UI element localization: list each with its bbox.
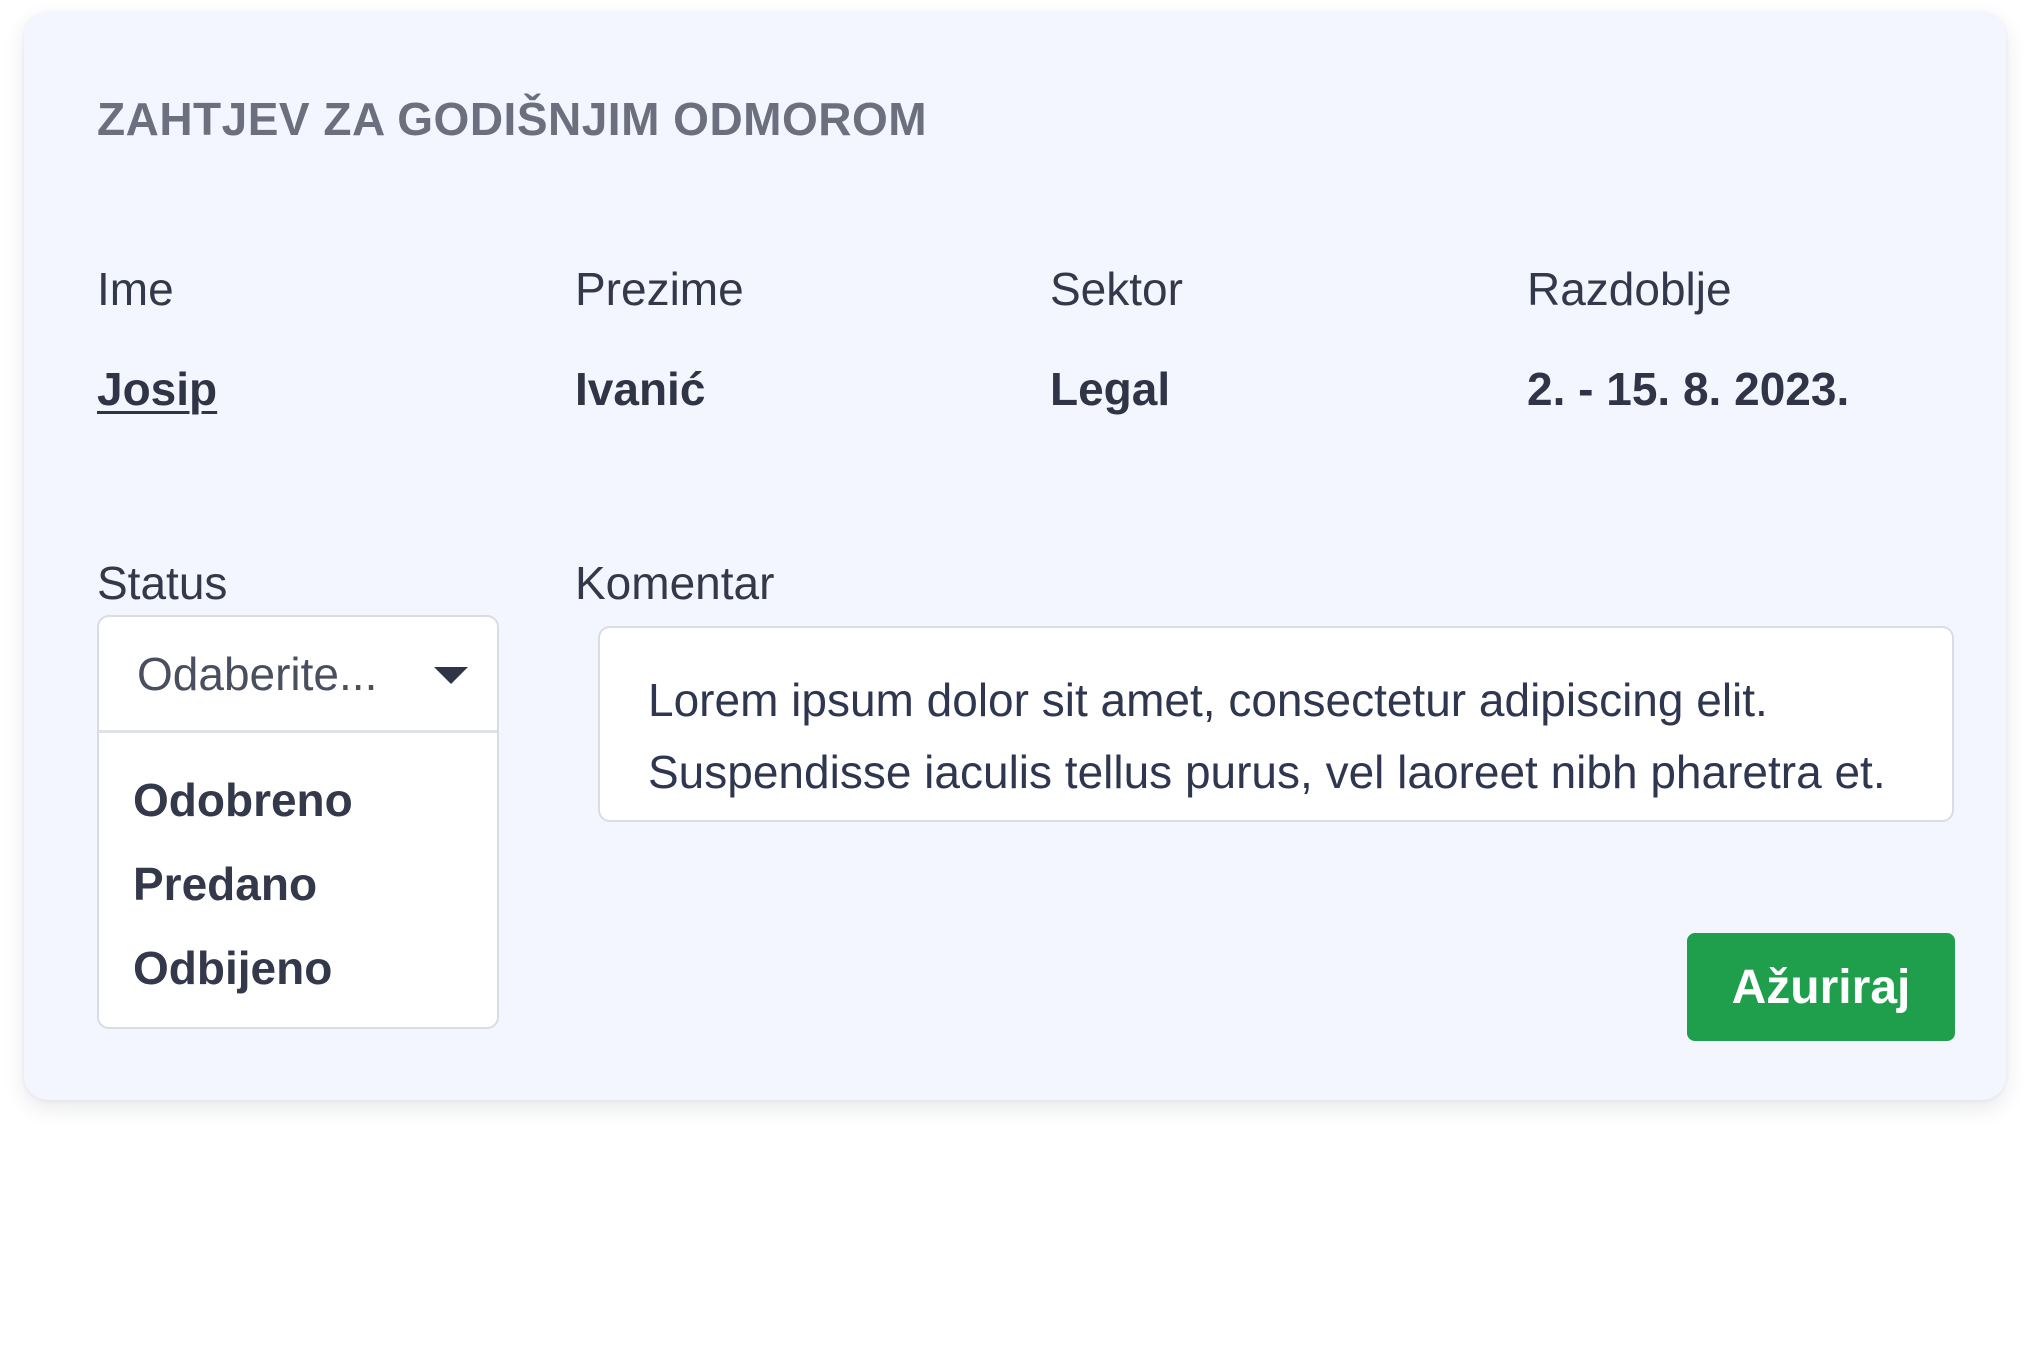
comment-label: Komentar <box>575 557 775 609</box>
comment-text-line-1: Lorem ipsum dolor sit amet, consectetur … <box>648 674 1768 726</box>
sector-label: Sektor <box>1050 263 1183 315</box>
comment-textarea[interactable]: Lorem ipsum dolor sit amet, consectetur … <box>598 626 1954 822</box>
period-label: Razdoblje <box>1527 263 1732 315</box>
last-name-value: Ivanić <box>575 363 706 415</box>
status-option-approved[interactable]: Odobreno <box>133 773 353 827</box>
vacation-request-card: ZAHTJEV ZA GODIŠNJIM ODMOROM Ime Josip P… <box>24 12 2006 1100</box>
status-select-placeholder: Odaberite... <box>137 648 378 700</box>
status-dropdown[interactable]: Odaberite... Odobreno Predano Odbijeno <box>97 615 499 1029</box>
status-option-rejected[interactable]: Odbijeno <box>133 941 332 995</box>
sector-value: Legal <box>1050 363 1171 415</box>
comment-text-line-2: Suspendisse iaculis tellus purus, vel la… <box>648 746 1886 798</box>
status-select-trigger[interactable]: Odaberite... <box>99 617 497 733</box>
last-name-label: Prezime <box>575 263 744 315</box>
first-name-label: Ime <box>97 263 174 315</box>
first-name-value-link[interactable]: Josip <box>97 362 217 416</box>
status-option-submitted[interactable]: Predano <box>133 857 317 911</box>
form-title: ZAHTJEV ZA GODIŠNJIM ODMOROM <box>97 93 928 145</box>
period-value: 2. - 15. 8. 2023. <box>1527 363 1850 415</box>
update-button[interactable]: Ažuriraj <box>1687 933 1955 1041</box>
status-label: Status <box>97 557 228 609</box>
caret-down-icon[interactable] <box>434 667 468 684</box>
